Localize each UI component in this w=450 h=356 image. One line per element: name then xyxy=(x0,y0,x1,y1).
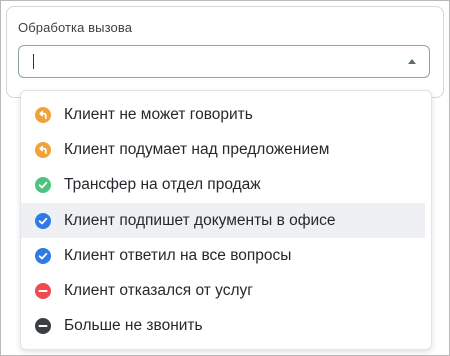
orange-return-icon xyxy=(35,106,51,123)
blue-check-icon xyxy=(35,247,51,264)
option-label: Трансфер на отдел продаж xyxy=(64,176,261,194)
option-item[interactable]: Клиент отказался от услуг xyxy=(21,273,431,308)
dropdown-menu: Клиент не может говорить Клиент подумает… xyxy=(20,90,432,350)
text-cursor xyxy=(33,54,34,69)
option-item[interactable]: Клиент не может говорить xyxy=(21,97,431,132)
option-label: Больше не звонить xyxy=(64,317,203,335)
chevron-up-icon[interactable] xyxy=(408,59,416,64)
option-label: Клиент ответил на все вопросы xyxy=(64,246,292,264)
option-label: Клиент отказался от услуг xyxy=(64,282,253,300)
option-item[interactable]: Трансфер на отдел продаж xyxy=(21,168,431,203)
field-label: Обработка вызова xyxy=(18,20,133,35)
red-minus-icon xyxy=(35,283,51,300)
options-list: Клиент не может говорить Клиент подумает… xyxy=(21,97,431,344)
option-item[interactable]: Больше не звонить xyxy=(21,309,431,344)
option-item-highlighted[interactable]: Клиент подпишет документы в офисе xyxy=(21,202,425,239)
dark-minus-icon xyxy=(35,318,51,335)
option-label: Клиент подумает над предложением xyxy=(64,140,330,158)
call-handling-select[interactable] xyxy=(18,45,430,78)
option-label: Клиент подпишет документы в офисе xyxy=(64,211,336,229)
option-label: Клиент не может говорить xyxy=(64,105,253,123)
blue-check-icon xyxy=(35,212,51,229)
green-check-icon xyxy=(35,177,51,194)
orange-return-icon xyxy=(35,141,51,158)
option-item[interactable]: Клиент ответил на все вопросы xyxy=(21,238,431,273)
option-item[interactable]: Клиент подумает над предложением xyxy=(21,132,431,167)
